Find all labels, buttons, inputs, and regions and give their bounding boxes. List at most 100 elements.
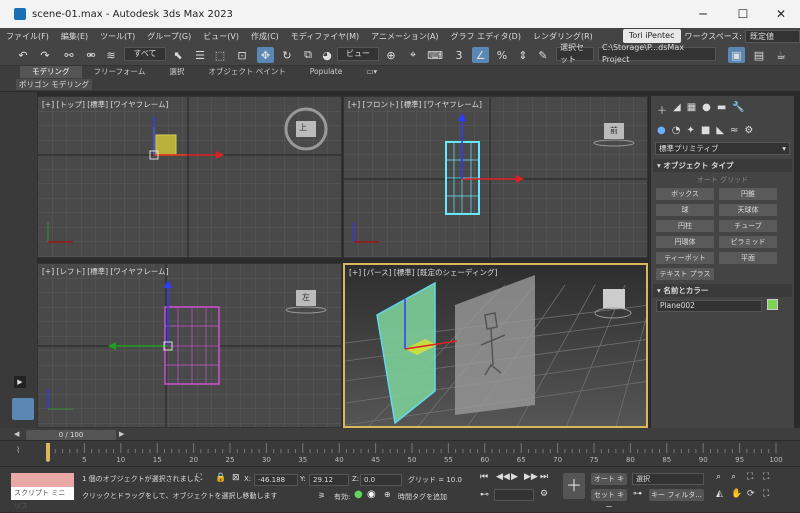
time-marker[interactable]: [46, 443, 50, 461]
pan-icon[interactable]: ✋: [731, 489, 742, 499]
keyboard-shortcut-icon[interactable]: ⌨: [427, 47, 443, 63]
snap-toggle-icon[interactable]: 3: [452, 47, 466, 63]
select-rotate-icon[interactable]: ↻: [280, 47, 294, 63]
rollout-name-color[interactable]: ▾ 名前とカラー: [653, 284, 792, 297]
set-key-button[interactable]: セット キー: [591, 489, 627, 511]
render-icon[interactable]: ☕: [774, 47, 788, 63]
lights-icon[interactable]: ✦: [686, 125, 694, 136]
viewport-layout-icon[interactable]: [12, 398, 34, 420]
menu-group[interactable]: グループ(G): [141, 31, 197, 42]
sphere-button[interactable]: 球: [656, 204, 714, 216]
teapot-button[interactable]: ティーポット: [656, 252, 714, 264]
add-time-tag[interactable]: 時間タグを追加: [398, 492, 447, 502]
current-frame-field[interactable]: [494, 489, 534, 501]
menu-view[interactable]: ビュー(V): [197, 31, 245, 42]
maxscript-listener[interactable]: スクリプト ミニ リス: [11, 487, 74, 510]
enabled-toggle-icon[interactable]: ●: [354, 489, 363, 500]
helpers-icon[interactable]: ◣: [716, 125, 724, 136]
menu-graph-editors[interactable]: グラフ エディタ(D): [445, 31, 527, 42]
select-scale-icon[interactable]: ⧉: [301, 47, 315, 63]
primitive-category-select[interactable]: 標準プリミティブ ▾: [655, 142, 790, 155]
viewport-left[interactable]: [+] [レフト] [標準] [ワイヤフレーム] 左: [37, 263, 342, 428]
modify-tab-icon[interactable]: ◢: [673, 102, 681, 117]
geosphere-button[interactable]: 天球体: [719, 204, 777, 216]
link-icon[interactable]: ⚯: [62, 47, 76, 63]
x-coord-field[interactable]: -46.188: [254, 474, 298, 486]
viewcube-front-face[interactable]: 前: [610, 125, 618, 136]
key-mode-icon[interactable]: ⊷: [480, 490, 489, 500]
auto-key-button[interactable]: オート キー: [591, 473, 627, 495]
angle-snap-icon[interactable]: ∠: [472, 47, 489, 63]
project-path[interactable]: C:\Storage\P...dsMax Project: [598, 43, 716, 64]
menu-file[interactable]: ファイル(F): [0, 31, 55, 42]
menu-animation[interactable]: アニメーション(A): [365, 31, 444, 42]
polygon-modeling-button[interactable]: ポリゴン モデリング: [16, 79, 92, 90]
key-filter-icon[interactable]: ⊶: [633, 489, 642, 499]
y-coord-field[interactable]: 29.12: [309, 474, 349, 486]
time-config-icon[interactable]: ⚙: [540, 489, 548, 499]
maximize-button[interactable]: ☐: [724, 0, 762, 28]
create-tab-icon[interactable]: ＋: [657, 102, 667, 117]
cone-button[interactable]: 円錐: [719, 188, 777, 200]
menu-rendering[interactable]: レンダリング(R): [527, 31, 599, 42]
shapes-icon[interactable]: ◔: [672, 125, 681, 136]
tab-modeling[interactable]: モデリング: [20, 66, 82, 78]
user-account[interactable]: Tori iPentec: [622, 29, 681, 43]
reference-coord-select[interactable]: ビュー: [337, 47, 379, 61]
viewport-perspective[interactable]: [+] [パース] [標準] [既定のシェーディング]: [343, 263, 648, 428]
cameras-icon[interactable]: ■: [701, 125, 710, 136]
viewport-top[interactable]: [+] [トップ] [標準] [ワイヤフレーム] 上: [37, 96, 342, 258]
maximize-viewport-icon[interactable]: ⛶: [763, 489, 769, 499]
redo-icon[interactable]: ↷: [38, 47, 52, 63]
rect-selection-icon[interactable]: ⬚: [213, 47, 227, 63]
select-place-icon[interactable]: ◕: [320, 47, 334, 63]
lock-icon[interactable]: 🔒: [215, 473, 226, 483]
viewport-label-left[interactable]: [+] [レフト] [標準] [ワイヤフレーム]: [42, 266, 168, 277]
zoom-extents-icon[interactable]: ⛶: [747, 472, 753, 482]
fov-icon[interactable]: ◭: [716, 489, 723, 499]
spacewarps-icon[interactable]: ≈: [730, 125, 738, 136]
menu-modifiers[interactable]: モディファイヤ(M): [285, 31, 365, 42]
menu-edit[interactable]: 編集(E): [55, 31, 94, 42]
autogrid-checkbox[interactable]: オート グリッド: [651, 175, 794, 185]
zoom-icon[interactable]: ⌕: [716, 472, 721, 482]
time-slider[interactable]: 0 / 100: [26, 430, 116, 440]
close-button[interactable]: ✕: [762, 0, 800, 28]
object-name-field[interactable]: Plane002: [656, 300, 762, 312]
object-color-swatch[interactable]: [767, 299, 778, 310]
adaptive-degradation-icon[interactable]: ⚞: [318, 491, 325, 500]
time-prev-icon[interactable]: ◀: [14, 430, 19, 438]
undo-icon[interactable]: ↶: [16, 47, 30, 63]
orbit-icon[interactable]: ⟳: [747, 489, 755, 499]
goto-end-icon[interactable]: ⏭: [540, 472, 548, 482]
bind-spacewarp-icon[interactable]: ≋: [104, 47, 118, 63]
pivot-center-icon[interactable]: ⊕: [384, 47, 398, 63]
play-icon[interactable]: ▶: [511, 472, 518, 482]
rendered-frame-icon[interactable]: ▤: [752, 47, 766, 63]
viewcube-top-face[interactable]: 上: [299, 122, 307, 133]
viewport-label-perspective[interactable]: [+] [パース] [標準] [既定のシェーディング]: [349, 267, 497, 278]
absolute-mode-icon[interactable]: ⊠: [232, 473, 240, 483]
zoom-extents-all-icon[interactable]: ⛶: [763, 472, 769, 482]
rollout-object-type[interactable]: ▾ オブジェクト タイプ: [653, 159, 792, 172]
ribbon-options-icon[interactable]: ▭▾: [354, 66, 389, 78]
percent-snap-icon[interactable]: %: [495, 47, 509, 63]
curve-editor-icon[interactable]: ⌇: [16, 446, 20, 456]
next-frame-icon[interactable]: ▶▶: [524, 472, 538, 482]
window-crossing-icon[interactable]: ⊡: [235, 47, 249, 63]
viewport-label-top[interactable]: [+] [トップ] [標準] [ワイヤフレーム]: [42, 99, 168, 110]
select-object-icon[interactable]: ⬉: [171, 47, 185, 63]
geometry-icon[interactable]: ●: [657, 125, 666, 136]
cylinder-button[interactable]: 円柱: [656, 220, 714, 232]
workspace-select[interactable]: 既定値: [745, 29, 800, 43]
time-tag-icon[interactable]: ⊕: [384, 490, 391, 499]
minimize-button[interactable]: ─: [684, 0, 722, 28]
systems-icon[interactable]: ⚙: [744, 125, 753, 136]
selection-filter-select[interactable]: すべて: [124, 47, 166, 61]
box-button[interactable]: ボックス: [656, 188, 714, 200]
expand-arrow-icon[interactable]: ▶: [14, 376, 26, 388]
isolate-icon[interactable]: ⛶: [196, 473, 202, 483]
goto-start-icon[interactable]: ⏮: [480, 472, 488, 482]
select-by-name-icon[interactable]: ☰: [193, 47, 207, 63]
pyramid-button[interactable]: ピラミッド: [719, 236, 777, 248]
